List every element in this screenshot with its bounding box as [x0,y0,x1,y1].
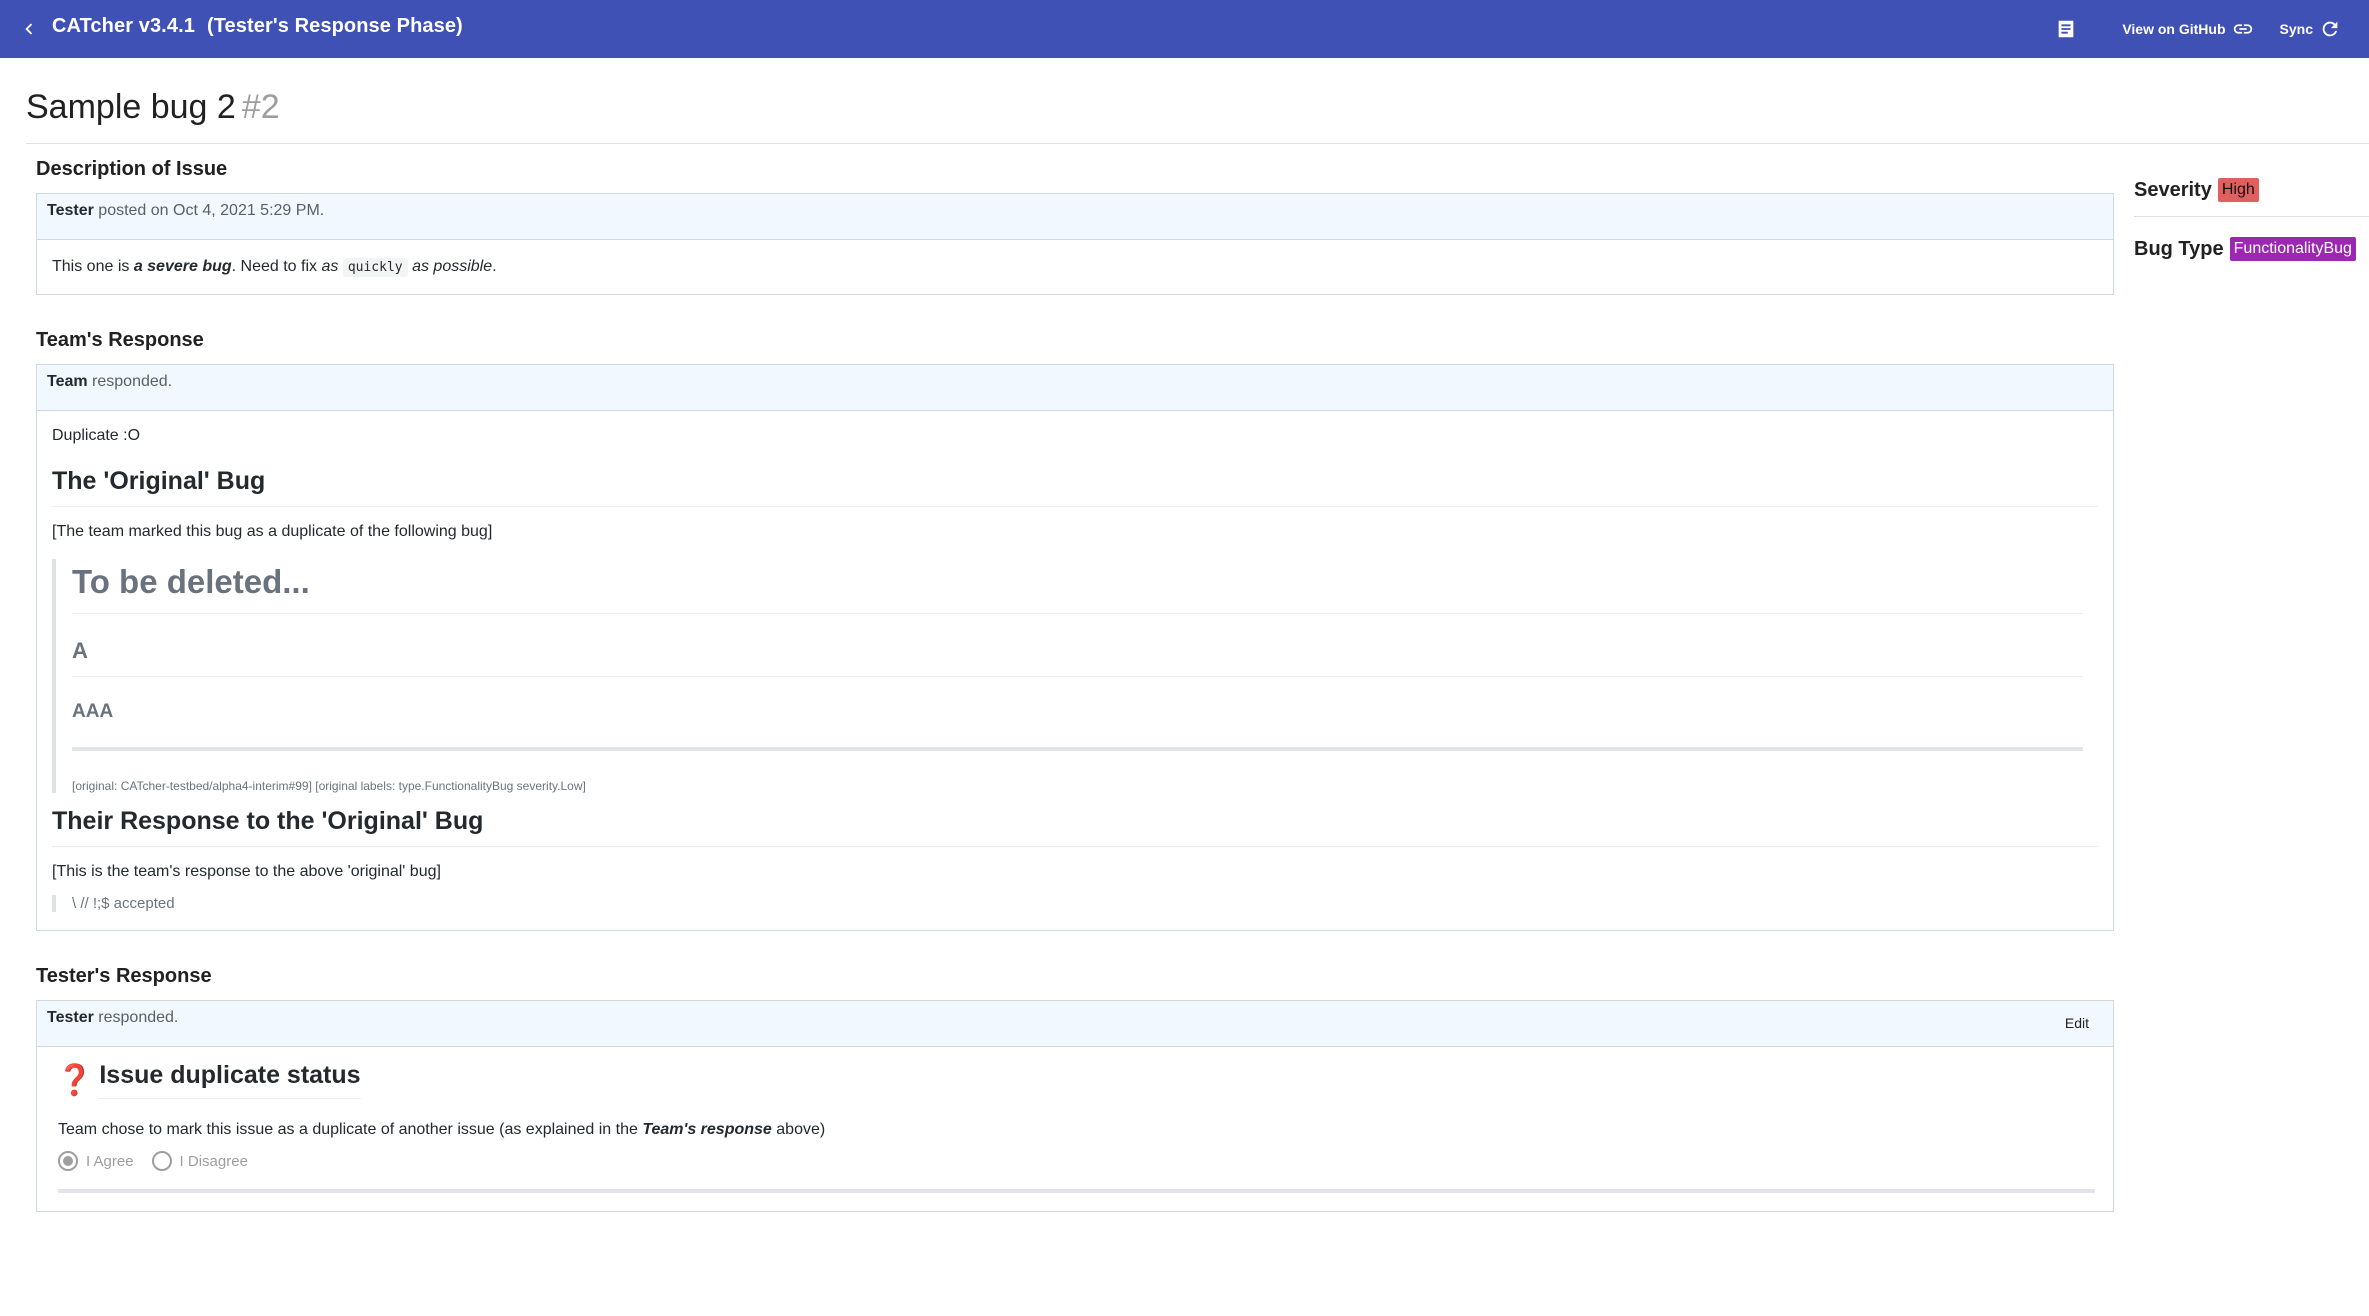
their-response-quote: \ // !;$ accepted [52,895,2098,912]
description-card: Tester posted on Oct 4, 2021 5:29 PM. Th… [36,193,2114,295]
issue-number: #2 [241,88,280,126]
severity-badge: High [2217,178,2259,202]
bug-type-row: Bug Type FunctionalityBug [2134,227,2369,271]
phase-name: (Tester's Response Phase) [206,15,463,37]
duplicate-status-radio-group: I Agree I Disagree [58,1151,2095,1171]
view-on-github-button[interactable]: View on GitHub [2122,18,2253,40]
issue-main-column: Description of Issue Tester posted on Oc… [36,158,2114,1212]
original-quote-h2: A [72,638,2083,677]
original-quote-h3: AAA [72,701,114,722]
agree-radio[interactable] [58,1151,78,1171]
description-heading: Description of Issue [36,158,228,180]
original-bug-heading: The 'Original' Bug [52,467,2098,507]
duplicate-status-text-post: above) [771,1121,826,1138]
description-author: Tester [47,202,94,219]
description-card-header: Tester posted on Oct 4, 2021 5:29 PM. [37,194,2113,240]
bug-type-label: Bug Type [2134,237,2224,260]
title-divider [26,143,2369,144]
disagree-radio[interactable] [151,1151,172,1171]
team-response-body: Duplicate :O The 'Original' Bug [The tea… [37,411,2113,930]
tester-response-body: ❓ Issue duplicate status Team chose to m… [37,1047,2113,1211]
team-response-first-line: Duplicate :O [52,427,141,444]
notes-button[interactable] [2046,9,2086,49]
issue-title: Sample bug 2 #2 [26,88,280,127]
link-icon [2233,24,2252,34]
disagree-radio-option[interactable]: I Disagree [151,1151,248,1171]
description-body: This one is a severe bug. Need to fix as… [37,240,2113,294]
description-text-bold: a severe bug [133,258,232,275]
severity-row: Severity High [2134,168,2369,212]
chevron-left-icon [25,23,33,35]
notes-icon [2058,20,2074,38]
app-name: CATcher v3.4.1 [52,15,195,37]
duplicate-status-heading: ❓ Issue duplicate status [56,1061,2095,1099]
team-response-action: responded. [87,373,173,390]
issue-title-text: Sample bug 2 [26,88,236,126]
view-on-github-label: View on GitHub [2122,21,2226,37]
original-bug-meta: [original: CATcher-testbed/alpha4-interi… [72,779,586,793]
team-response-card: Team responded. Duplicate :O The 'Origin… [36,364,2114,931]
team-response-author: Team [47,373,88,390]
agree-label: I Agree [86,1152,134,1170]
description-text-mid: . Need to fix [231,258,322,275]
sidebar-divider [2134,216,2369,217]
sync-icon [2322,21,2338,37]
bug-type-badge: FunctionalityBug [2229,237,2356,261]
disagree-label: I Disagree [179,1152,248,1170]
severity-label: Severity [2134,178,2212,201]
duplicate-status-title: Issue duplicate status [99,1061,361,1099]
question-mark-icon: ❓ [56,1063,94,1097]
edit-button[interactable]: Edit [2065,1015,2089,1031]
issue-sidebar: Severity High Bug Type FunctionalityBug [2134,168,2369,271]
description-text-end: . [492,258,497,275]
description-text-as1: as [321,258,339,275]
original-quote-h1: To be deleted... [72,559,2083,614]
duplicate-status-text: Team chose to mark this issue as a dupli… [58,1121,2095,1139]
original-bug-note: [The team marked this bug as a duplicate… [52,523,493,540]
app-toolbar: CATcher v3.4.1 (Tester's Response Phase) … [0,0,2369,58]
description-posted: posted on Oct 4, 2021 5:29 PM. [93,202,325,219]
original-bug-quote: To be deleted... A AAA [original: CATche… [52,559,2098,793]
original-quote-rule [72,747,2083,751]
sync-button[interactable]: Sync [2280,18,2341,40]
description-text-pre: This one is [52,258,134,275]
tester-response-author: Tester [47,1009,94,1026]
duplicate-status-text-pre: Team chose to mark this issue as a dupli… [58,1121,643,1138]
tester-response-action: responded. [93,1009,179,1026]
tester-response-card-header: Tester responded. Edit [37,1001,2113,1047]
tester-response-card: Tester responded. Edit ❓ Issue duplicate… [36,1000,2114,1212]
their-response-heading: Their Response to the 'Original' Bug [52,807,2098,847]
their-response-note: [This is the team's response to the abov… [52,863,441,880]
app-title: CATcher v3.4.1 (Tester's Response Phase) [52,15,475,38]
back-button[interactable] [12,12,46,46]
toolbar-actions: View on GitHub Sync [2046,0,2353,58]
tester-response-rule [58,1189,2095,1193]
description-code: quickly [342,258,408,277]
duplicate-status-text-bold: Team's response [642,1121,772,1138]
description-text-as2: as possible [412,258,493,275]
agree-radio-option[interactable]: I Agree [58,1151,134,1171]
tester-response-heading: Tester's Response [36,965,212,987]
team-response-heading: Team's Response [36,329,204,351]
sync-label: Sync [2279,21,2313,37]
team-response-card-header: Team responded. [37,365,2113,411]
